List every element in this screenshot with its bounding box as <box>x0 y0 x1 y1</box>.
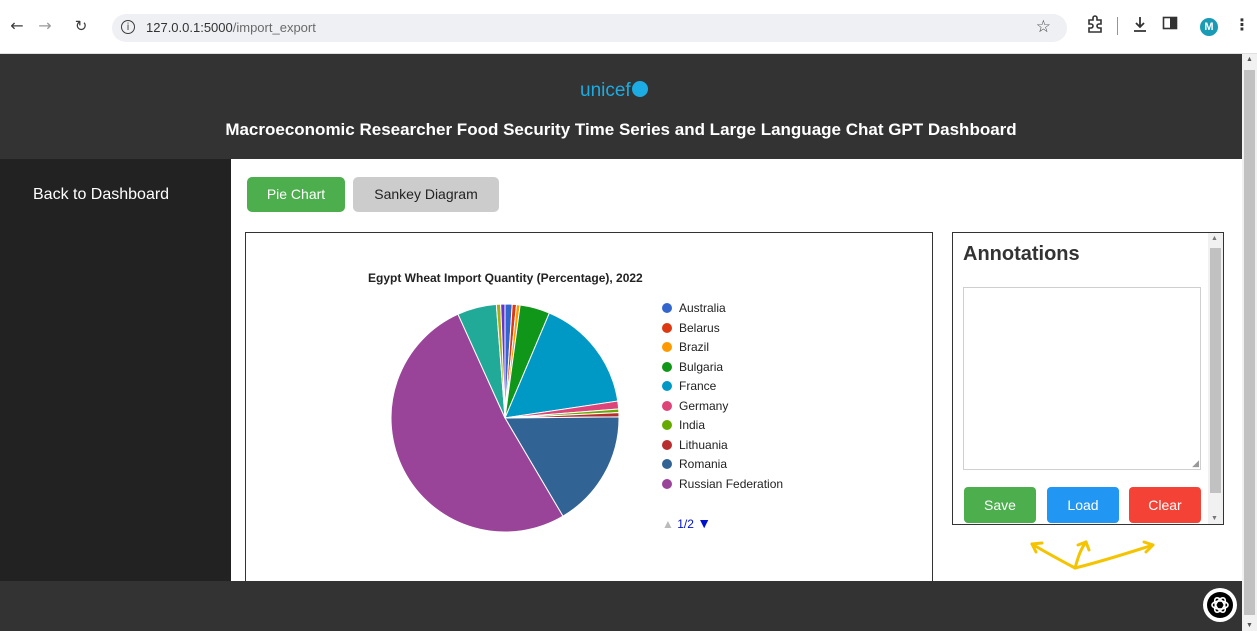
annotations-scrollbar[interactable]: ▲ ▼ <box>1208 233 1223 524</box>
legend-label: Belarus <box>679 320 720 335</box>
pie-chart-tab-button[interactable]: Pie Chart <box>247 177 345 212</box>
app-header: unicef Macroeconomic Researcher Food Sec… <box>0 54 1242 159</box>
scroll-up-icon[interactable]: ▲ <box>1211 235 1218 242</box>
legend-pager: ▲ 1/2 ▼ <box>662 515 711 531</box>
legend-swatch <box>662 420 672 430</box>
legend-label: Brazil <box>679 340 710 354</box>
legend-swatch <box>662 381 672 391</box>
bookmark-star-icon[interactable]: ☆ <box>1036 17 1051 37</box>
save-button[interactable]: Save <box>964 487 1036 523</box>
legend-swatch <box>662 342 672 352</box>
url-text[interactable]: 127.0.0.1:5000/import_export <box>146 20 316 35</box>
page-scrollbar[interactable]: ▲ ▼ <box>1242 54 1257 631</box>
pie-chart <box>390 303 620 533</box>
side-panel-icon[interactable] <box>1162 15 1178 35</box>
legend-label: France <box>679 379 717 393</box>
downloads-icon[interactable] <box>1131 15 1149 37</box>
chart-title: Egypt Wheat Import Quantity (Percentage)… <box>368 271 643 285</box>
page-scroll-up-icon[interactable]: ▲ <box>1246 56 1253 63</box>
toolbar-divider <box>1117 17 1118 35</box>
forward-arrow-icon[interactable]: → <box>34 15 56 37</box>
legend-label: Germany <box>679 398 729 413</box>
legend-prev-icon[interactable]: ▲ <box>662 517 674 531</box>
annotation-textarea[interactable]: ◢ <box>963 287 1201 470</box>
legend-swatch <box>662 322 672 333</box>
extensions-icon[interactable] <box>1086 15 1104 37</box>
legend-swatch <box>662 361 672 372</box>
legend-label: Lithuania <box>679 437 728 452</box>
page-title: Macroeconomic Researcher Food Security T… <box>225 120 1017 139</box>
legend-swatch <box>662 439 672 450</box>
clear-button[interactable]: Clear <box>1129 487 1201 523</box>
annotation-arrows <box>1030 540 1155 570</box>
legend-swatch <box>662 478 672 489</box>
sankey-diagram-tab-button[interactable]: Sankey Diagram <box>353 177 499 212</box>
pie-chart-panel: Egypt Wheat Import Quantity (Percentage)… <box>245 232 933 581</box>
annotations-panel: Annotations ◢ Save Load Clear ▲ ▼ <box>952 232 1224 525</box>
logo-text: unicef <box>580 80 631 101</box>
unicef-logo: unicef <box>580 80 648 102</box>
annotations-title: Annotations <box>963 243 1080 265</box>
scrollbar-thumb[interactable] <box>1210 248 1221 493</box>
reload-icon[interactable]: ↻ <box>70 15 92 37</box>
address-bar[interactable]: i 127.0.0.1:5000/import_export ☆ <box>112 14 1067 42</box>
unicef-globe-icon <box>631 81 648 97</box>
legend-swatch <box>662 303 672 313</box>
legend-swatch <box>662 459 672 469</box>
legend-page-indicator: 1/2 <box>677 517 694 531</box>
more-menu-icon[interactable]: ⋮ <box>1234 15 1250 34</box>
legend-label: Romania <box>679 457 728 471</box>
back-to-dashboard-link[interactable]: Back to Dashboard <box>33 186 169 204</box>
legend-label: India <box>679 418 706 432</box>
load-button[interactable]: Load <box>1047 487 1119 523</box>
resize-grip-icon[interactable]: ◢ <box>1192 459 1199 468</box>
browser-toolbar: ← → ↻ i 127.0.0.1:5000/import_export ☆ M… <box>0 0 1257 54</box>
legend-swatch <box>662 400 672 411</box>
chatgpt-icon[interactable] <box>1203 588 1237 622</box>
sidebar: Back to Dashboard <box>0 159 231 581</box>
back-arrow-icon[interactable]: ← <box>6 15 28 37</box>
legend-label: Australia <box>679 301 726 315</box>
app-footer <box>0 581 1242 631</box>
legend-next-icon[interactable]: ▼ <box>697 515 711 531</box>
page-scroll-down-icon[interactable]: ▼ <box>1246 622 1253 629</box>
site-info-icon[interactable]: i <box>121 20 135 34</box>
page-scrollbar-thumb[interactable] <box>1244 70 1255 615</box>
legend-label: Bulgaria <box>679 359 724 374</box>
profile-avatar[interactable]: M <box>1200 18 1218 36</box>
scroll-down-icon[interactable]: ▼ <box>1211 515 1218 522</box>
main-content: Pie Chart Sankey Diagram Egypt Wheat Imp… <box>231 159 1242 581</box>
legend-label: Russian Federation <box>679 476 784 491</box>
